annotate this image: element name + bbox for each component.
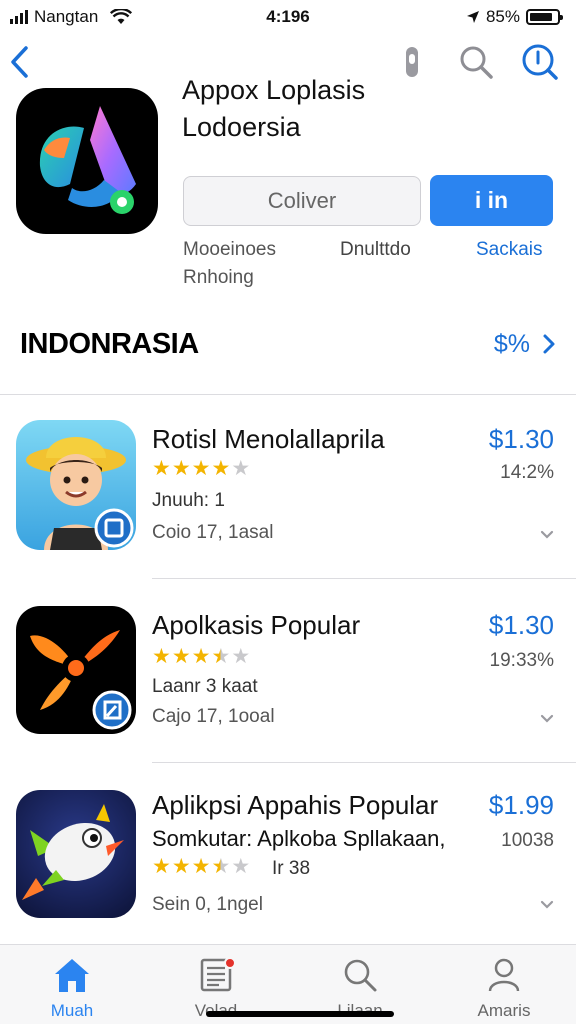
list-item-percent: 14:2% xyxy=(500,462,554,483)
region-row[interactable]: INDONRASIA $% xyxy=(0,318,576,370)
list-item-line2: Cajo 17, 1ooal xyxy=(152,706,275,727)
star-filled-icon: ★ xyxy=(191,457,211,480)
tab-label: Amaris xyxy=(477,1001,531,1020)
star-half-icon: ★ xyxy=(211,855,231,878)
home-icon xyxy=(50,955,94,995)
region-link-label: $% xyxy=(493,329,530,358)
list-item[interactable]: Rotisl Menolallaprila $1.30 ★ ★ ★ ★ ★ 14:2% … xyxy=(0,418,576,579)
location-arrow-icon xyxy=(466,11,479,23)
list-item[interactable]: Apolkasis Popular $1.30 ★ ★ ★ ★ ★ 19:33% Laa… xyxy=(0,606,576,763)
list-item-percent: 19:33% xyxy=(489,650,554,671)
star-filled-icon: ★ xyxy=(152,855,171,878)
tab-home[interactable]: Muah xyxy=(0,945,144,1024)
list-item-title: Rotisl Menolallaprila xyxy=(152,424,385,454)
star-empty-icon: ★ xyxy=(231,855,251,878)
chevron-right-icon xyxy=(543,334,555,354)
rating-stars: ★ ★ ★ ★ ★ xyxy=(152,458,250,480)
rating-stars: ★ ★ ★ ★ ★ xyxy=(152,646,250,668)
list-item[interactable]: Aplikpsi Appahis Popular $1.99 Somkutar:… xyxy=(0,788,576,938)
star-filled-icon: ★ xyxy=(171,645,191,668)
app-title: Appox Loplasis Lodoersia xyxy=(182,72,482,146)
list-item-line2: Sein 0, 1ngel xyxy=(152,894,263,915)
rating-text: Ir 38 xyxy=(272,858,311,879)
rating-stars: ★ ★ ★ ★ ★ xyxy=(152,856,250,878)
tab-profile[interactable]: Amaris xyxy=(432,945,576,1024)
battery-icon xyxy=(526,9,563,25)
app-logo-icon xyxy=(39,106,136,214)
signal-icon xyxy=(10,10,28,24)
wifi-icon xyxy=(110,9,133,24)
list-item-title: Apolkasis Popular xyxy=(152,610,361,640)
orange-propeller-icon xyxy=(16,606,136,734)
info-icon xyxy=(522,44,558,80)
list-item-percent: 10038 xyxy=(501,830,554,851)
home-indicator xyxy=(206,1011,394,1017)
chevron-down-icon[interactable] xyxy=(540,712,554,726)
get-button[interactable]: Coliver xyxy=(183,176,421,226)
star-empty-icon: ★ xyxy=(231,645,251,668)
carrier-label: Nangtan xyxy=(34,7,99,26)
list-item-price[interactable]: $1.30 xyxy=(489,610,554,641)
chevron-down-icon[interactable] xyxy=(540,528,554,542)
row-divider xyxy=(152,578,576,579)
star-half-icon: ★ xyxy=(211,645,231,668)
search-icon xyxy=(338,955,382,995)
chevron-left-icon xyxy=(11,46,28,78)
star-filled-icon: ★ xyxy=(191,645,211,668)
app-title-line1: Appox Loplasis xyxy=(182,75,366,105)
star-filled-icon: ★ xyxy=(152,457,171,480)
star-filled-icon: ★ xyxy=(171,457,191,480)
status-right: 85% xyxy=(466,7,563,27)
list-item-title: Aplikpsi Appahis Popular xyxy=(152,790,439,820)
notification-badge xyxy=(224,957,236,969)
app-icon[interactable] xyxy=(16,88,158,234)
battery-fill xyxy=(530,13,553,21)
chevron-down-icon[interactable] xyxy=(540,898,554,912)
list-item-subtitle: Somkutar: Aplkoba Spllakaan, xyxy=(152,826,446,851)
meta-left: Mooeinoes Rnhoing xyxy=(183,236,276,292)
list-item-price[interactable]: $1.30 xyxy=(489,424,554,455)
star-filled-icon: ★ xyxy=(211,457,231,480)
battery-percent: 85% xyxy=(485,7,520,26)
status-left: Nangtan xyxy=(10,7,133,27)
star-filled-icon: ★ xyxy=(191,855,211,878)
list-item-line2: Coio 17, 1asal xyxy=(152,522,274,543)
meta-left-line2: Rnhoing xyxy=(183,267,254,288)
info-button[interactable] xyxy=(520,42,560,82)
app-title-line2: Lodoersia xyxy=(182,112,301,142)
region-link[interactable]: $% xyxy=(494,330,556,359)
section-divider xyxy=(0,394,576,395)
list-item-line1: Jnuuh: 1 xyxy=(152,490,225,511)
tab-label: Muah xyxy=(50,1001,94,1020)
back-button[interactable] xyxy=(4,40,36,84)
meta-left-line1: Mooeinoes xyxy=(183,239,276,260)
meta-right-link[interactable]: Sackais xyxy=(476,236,543,264)
row-divider xyxy=(152,762,576,763)
list-item-line1: Laanr 3 kaat xyxy=(152,676,258,697)
star-empty-icon: ★ xyxy=(231,457,251,480)
open-button[interactable]: i in xyxy=(430,175,553,226)
region-name: INDONRASIA xyxy=(20,327,199,360)
person-icon xyxy=(482,955,526,995)
meta-middle: Dnulttdo xyxy=(340,239,411,260)
status-bar: Nangtan 4:196 85% xyxy=(0,0,576,34)
cowboy-kid-icon xyxy=(16,420,136,550)
star-filled-icon: ★ xyxy=(152,645,171,668)
star-filled-icon: ★ xyxy=(171,855,191,878)
bird-rocket-icon xyxy=(16,790,136,918)
news-icon xyxy=(194,955,238,995)
list-item-price[interactable]: $1.99 xyxy=(489,790,554,821)
